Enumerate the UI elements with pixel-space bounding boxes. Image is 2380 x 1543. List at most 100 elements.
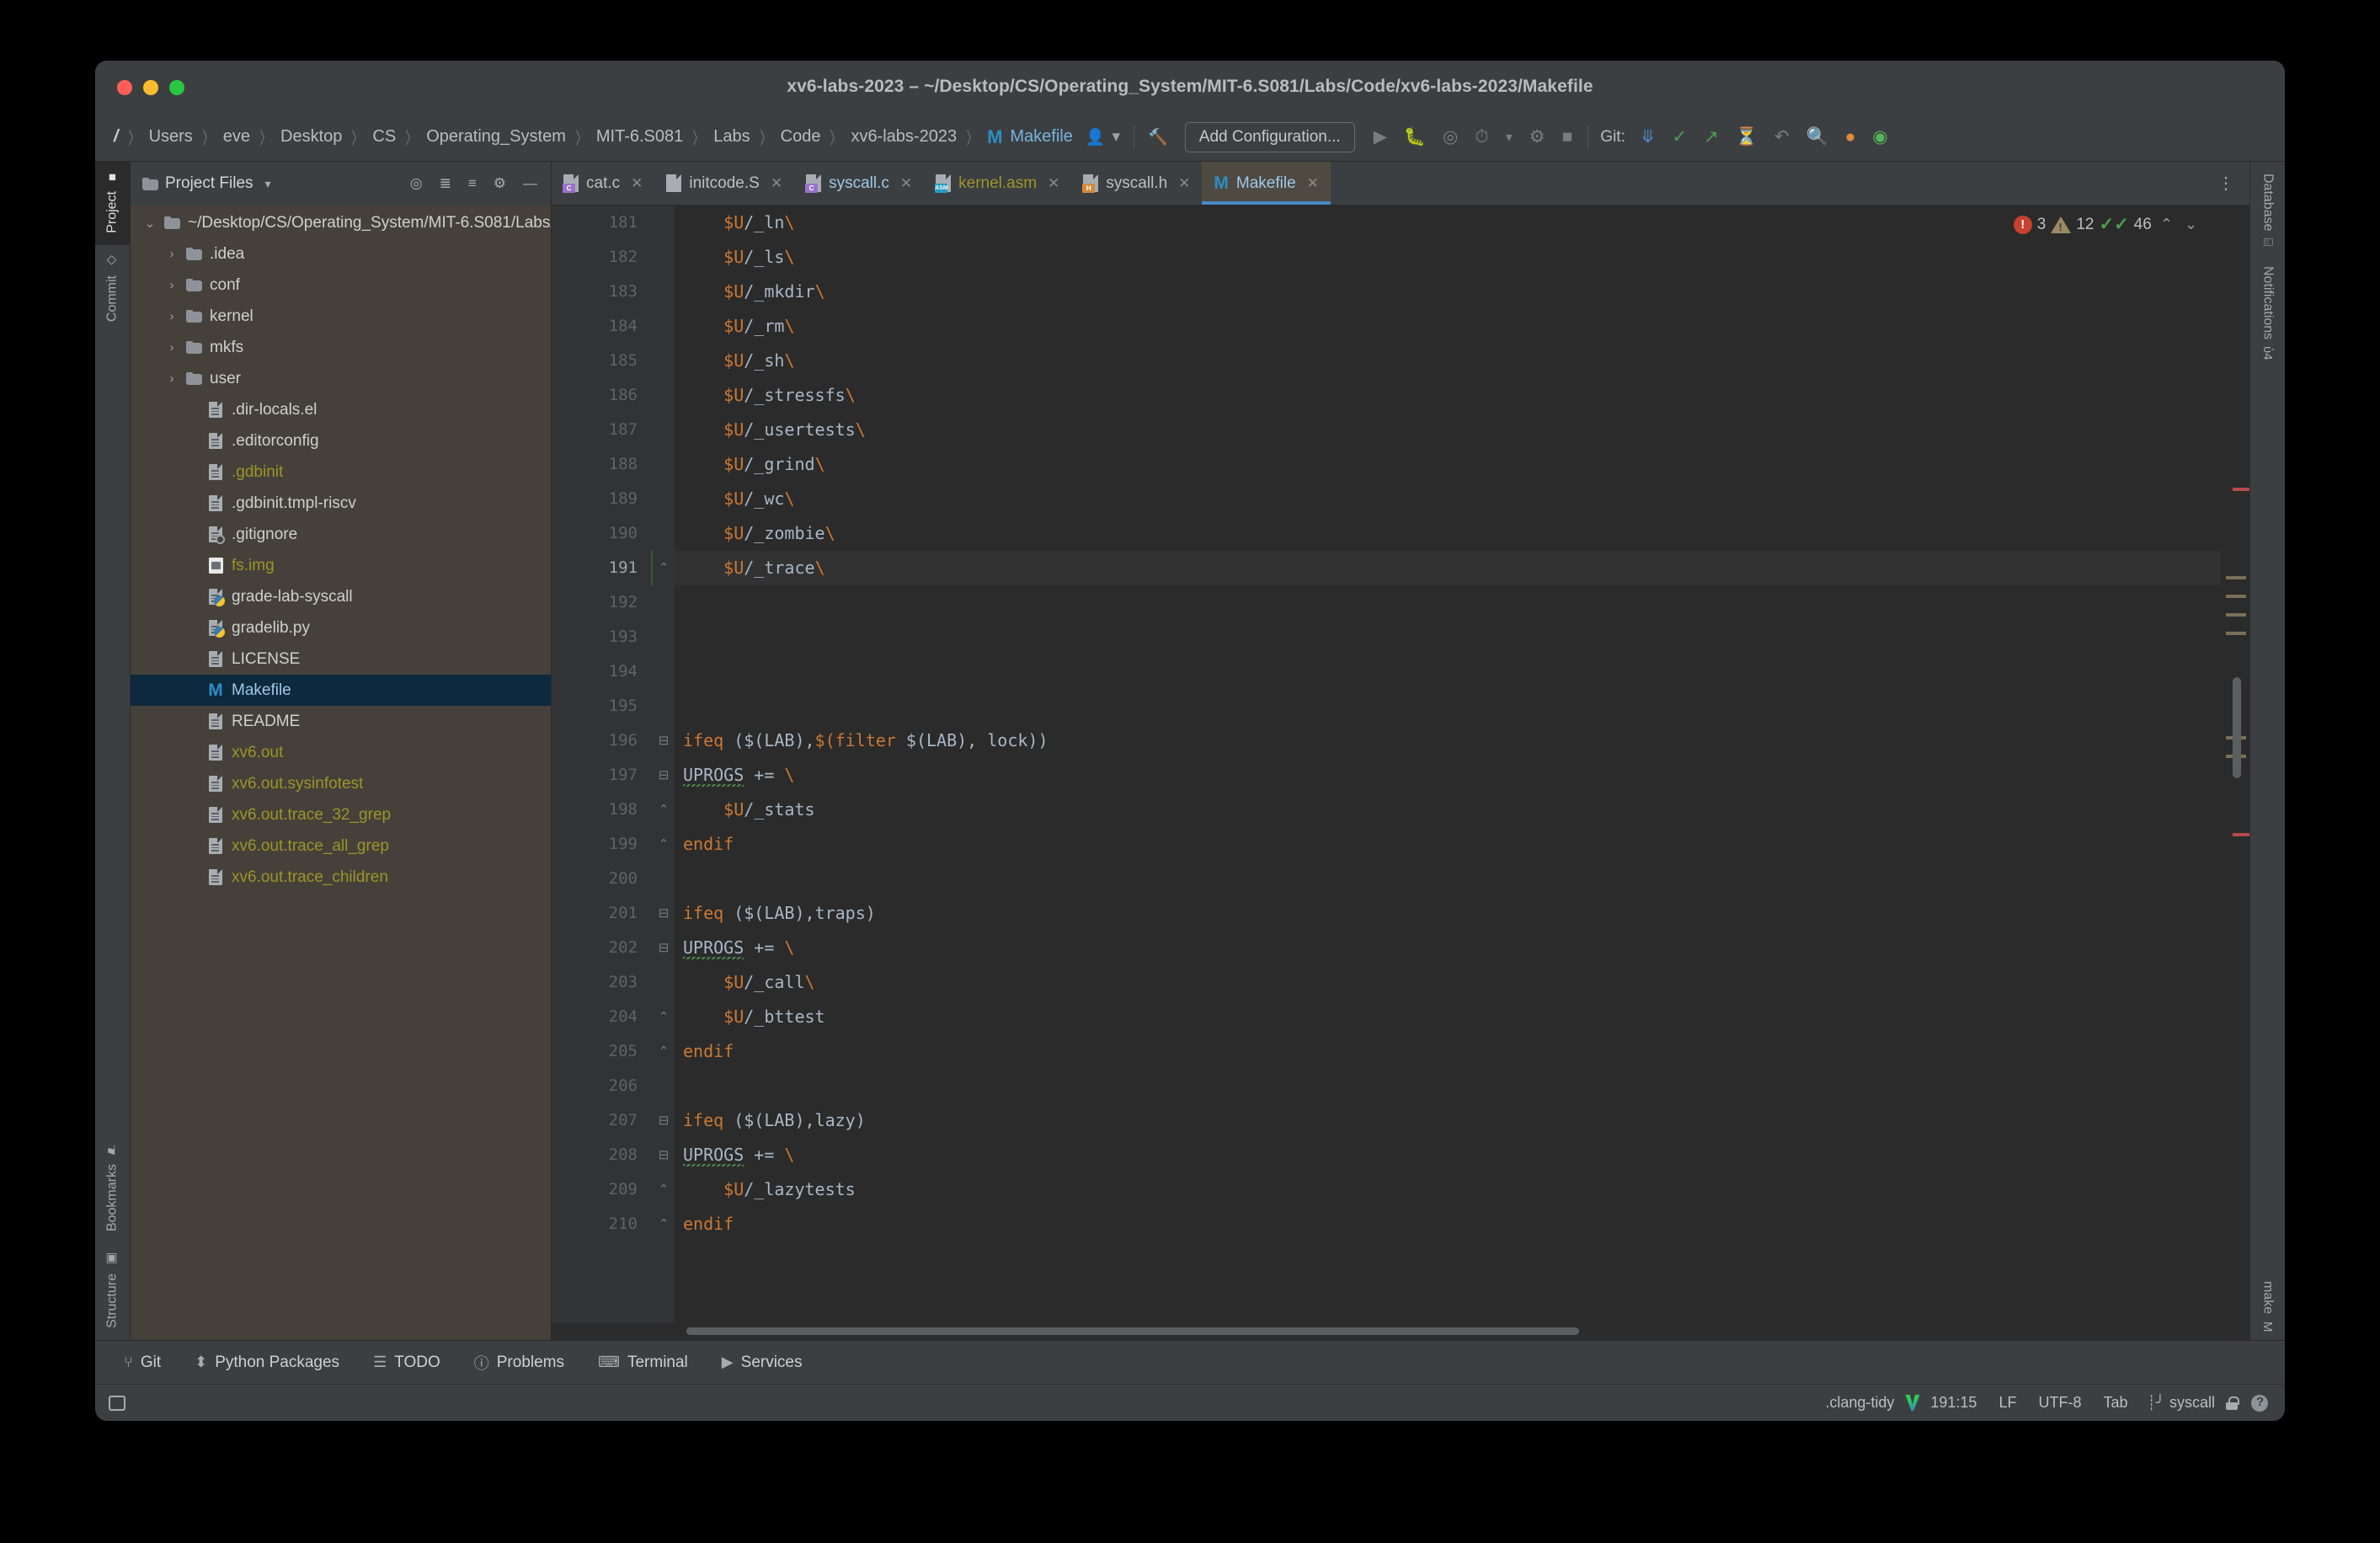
close-icon[interactable]: ✕ — [1307, 175, 1319, 192]
tree-file-row[interactable]: xv6.out — [131, 737, 551, 768]
tool-window-button-make[interactable]: makeM — [2250, 1269, 2285, 1340]
breadcrumb-item-mit-6-s081[interactable]: MIT-6.S081 — [590, 127, 689, 147]
code-fold-marker[interactable]: ⊟ — [653, 1138, 675, 1172]
code-fold-marker[interactable]: ⌃ — [653, 1207, 675, 1241]
line-number-gutter[interactable]: 1811821831841851861871881891901911921931… — [552, 206, 653, 1323]
code-line[interactable]: endif — [675, 827, 2221, 862]
code-fold-marker[interactable]: ⌃ — [653, 1000, 675, 1034]
breadcrumb-item-labs[interactable]: Labs — [707, 127, 755, 147]
editor-tab-kernel-asm[interactable]: ASMkernel.asm✕ — [924, 162, 1071, 205]
clang-tidy-status[interactable]: .clang-tidy — [1814, 1394, 1905, 1412]
code-line[interactable]: endif — [675, 1034, 2221, 1069]
line-number[interactable]: 186 — [552, 378, 653, 413]
code-line[interactable]: UPROGS += \ — [675, 931, 2221, 965]
editor-tab-options-icon[interactable]: ⋮ — [2202, 162, 2249, 205]
warning-stripe-mark[interactable] — [2226, 613, 2246, 617]
tree-folder-row[interactable]: ›user — [131, 363, 551, 394]
tree-file-row[interactable]: grade-lab-syscall — [131, 581, 551, 612]
inspection-widget[interactable]: ! 3 12 ✓✓ 46 ⌃ ⌄ — [2014, 214, 2201, 235]
tool-window-button-structure[interactable]: Structure▣ — [95, 1243, 130, 1340]
chevron-right-icon[interactable]: › — [161, 309, 183, 323]
settings-gear-icon[interactable]: ⚙ — [488, 175, 511, 192]
code-line[interactable]: $U/_trace\ — [675, 551, 2221, 585]
tree-folder-row[interactable]: ⌄~/Desktop/CS/Operating_System/MIT-6.S08… — [131, 207, 551, 238]
tool-window-button-problems[interactable]: ⓘProblems — [457, 1352, 581, 1374]
code-fold-marker[interactable]: ⌃ — [653, 827, 675, 862]
tree-file-row[interactable]: xv6.out.sysinfotest — [131, 768, 551, 799]
search-everywhere-icon[interactable]: 🔍 — [1797, 127, 1836, 147]
tree-file-row[interactable]: gradelib.py — [131, 612, 551, 643]
run-with-profiler-icon[interactable]: ⚙ — [1521, 126, 1554, 147]
line-number[interactable]: 185 — [552, 344, 653, 378]
line-number[interactable]: 200 — [552, 862, 653, 896]
code-fold-marker[interactable]: ⌃ — [653, 793, 675, 827]
expand-all-icon[interactable]: ≣ — [435, 175, 456, 192]
line-number[interactable]: 181 — [552, 206, 653, 240]
code-line[interactable]: $U/_ls\ — [675, 240, 2221, 275]
chevron-down-icon[interactable]: ⌄ — [2181, 216, 2201, 233]
close-icon[interactable]: ✕ — [900, 175, 912, 192]
line-number[interactable]: 183 — [552, 275, 653, 309]
code-line[interactable]: $U/_stats — [675, 793, 2221, 827]
chevron-right-icon[interactable]: › — [161, 278, 183, 292]
toggle-toolwindows-icon[interactable] — [109, 1396, 125, 1411]
chevron-right-icon[interactable]: › — [161, 371, 183, 386]
horizontal-scrollbar[interactable] — [552, 1323, 2249, 1340]
collapse-all-icon[interactable]: ≡ — [463, 175, 482, 192]
editor-tab-makefile[interactable]: MMakefile✕ — [1202, 162, 1331, 205]
line-number[interactable]: 195 — [552, 689, 653, 723]
ide-assistant-icon[interactable]: ◉ — [1864, 126, 1896, 147]
breadcrumb-item-operating-system[interactable]: Operating_System — [420, 127, 572, 147]
code-line[interactable]: ifeq ($(LAB),$(filter $(LAB), lock)) — [675, 723, 2221, 758]
close-window-button[interactable] — [117, 80, 132, 95]
tree-folder-row[interactable]: ›conf — [131, 270, 551, 301]
hide-panel-icon[interactable]: — — [518, 175, 542, 192]
code-line[interactable]: UPROGS += \ — [675, 758, 2221, 793]
line-number[interactable]: 199 — [552, 827, 653, 862]
code-editor[interactable]: 1811821831841851861871881891901911921931… — [552, 206, 2249, 1323]
line-number[interactable]: 209 — [552, 1172, 653, 1207]
line-number[interactable]: 182 — [552, 240, 653, 275]
editor-tab-syscall-h[interactable]: Hsyscall.h✕ — [1071, 162, 1202, 205]
user-avatar-icon[interactable]: 👤 — [1079, 123, 1113, 152]
line-number[interactable]: 191 — [552, 551, 653, 585]
hammer-build-icon[interactable]: 🔨 — [1141, 123, 1175, 152]
tool-window-button-python-packages[interactable]: ⬍Python Packages — [178, 1353, 356, 1372]
code-line[interactable]: endif — [675, 1207, 2221, 1241]
code-line[interactable] — [675, 654, 2221, 689]
project-file-tree[interactable]: ⌄~/Desktop/CS/Operating_System/MIT-6.S08… — [131, 206, 551, 1340]
line-number[interactable]: 187 — [552, 413, 653, 447]
git-update-icon[interactable]: ⤋ — [1632, 126, 1664, 147]
line-number[interactable]: 188 — [552, 447, 653, 482]
breadcrumb-item-desktop[interactable]: Desktop — [275, 127, 348, 147]
tree-file-row[interactable]: .dir-locals.el — [131, 394, 551, 425]
code-line[interactable]: $U/_usertests\ — [675, 413, 2221, 447]
tree-file-row[interactable]: LICENSE — [131, 643, 551, 675]
error-stripe-mark[interactable] — [2233, 833, 2249, 836]
tree-file-row[interactable]: README — [131, 706, 551, 737]
line-number[interactable]: 184 — [552, 309, 653, 344]
tree-file-row[interactable]: xv6.out.trace_32_grep — [131, 799, 551, 830]
code-folding-column[interactable]: ⌃⊟⊟⌃⌃⊟⊟⌃⌃⊟⊟⌃⌃ — [653, 206, 675, 1323]
close-icon[interactable]: ✕ — [1048, 175, 1059, 192]
error-stripe-mark[interactable] — [2233, 488, 2249, 491]
code-fold-marker[interactable]: ⊟ — [653, 931, 675, 965]
code-line[interactable]: ifeq ($(LAB),lazy) — [675, 1103, 2221, 1138]
tree-file-row[interactable]: xv6.out.trace_children — [131, 862, 551, 893]
code-line[interactable]: UPROGS += \ — [675, 1138, 2221, 1172]
minimize-window-button[interactable] — [143, 80, 158, 95]
line-number[interactable]: 197 — [552, 758, 653, 793]
chevron-down-icon[interactable]: ▾ — [260, 177, 276, 191]
line-number[interactable]: 202 — [552, 931, 653, 965]
code-line[interactable]: $U/_stressfs\ — [675, 378, 2221, 413]
git-branch-name[interactable]: syscall — [2164, 1394, 2226, 1412]
breadcrumb-item-xv6-labs-2023[interactable]: xv6-labs-2023 — [845, 127, 963, 147]
tree-file-row[interactable]: .gdbinit — [131, 456, 551, 488]
tool-window-button-project[interactable]: Project■ — [95, 162, 130, 245]
breadcrumb-item-[interactable]: / — [110, 127, 125, 147]
breadcrumb-item-code[interactable]: Code — [775, 127, 827, 147]
code-line[interactable]: ifeq ($(LAB),traps) — [675, 896, 2221, 931]
code-line[interactable]: $U/_lazytests — [675, 1172, 2221, 1207]
tool-window-button-terminal[interactable]: ⌨Terminal — [581, 1353, 705, 1372]
warning-stripe-mark[interactable] — [2226, 595, 2246, 598]
